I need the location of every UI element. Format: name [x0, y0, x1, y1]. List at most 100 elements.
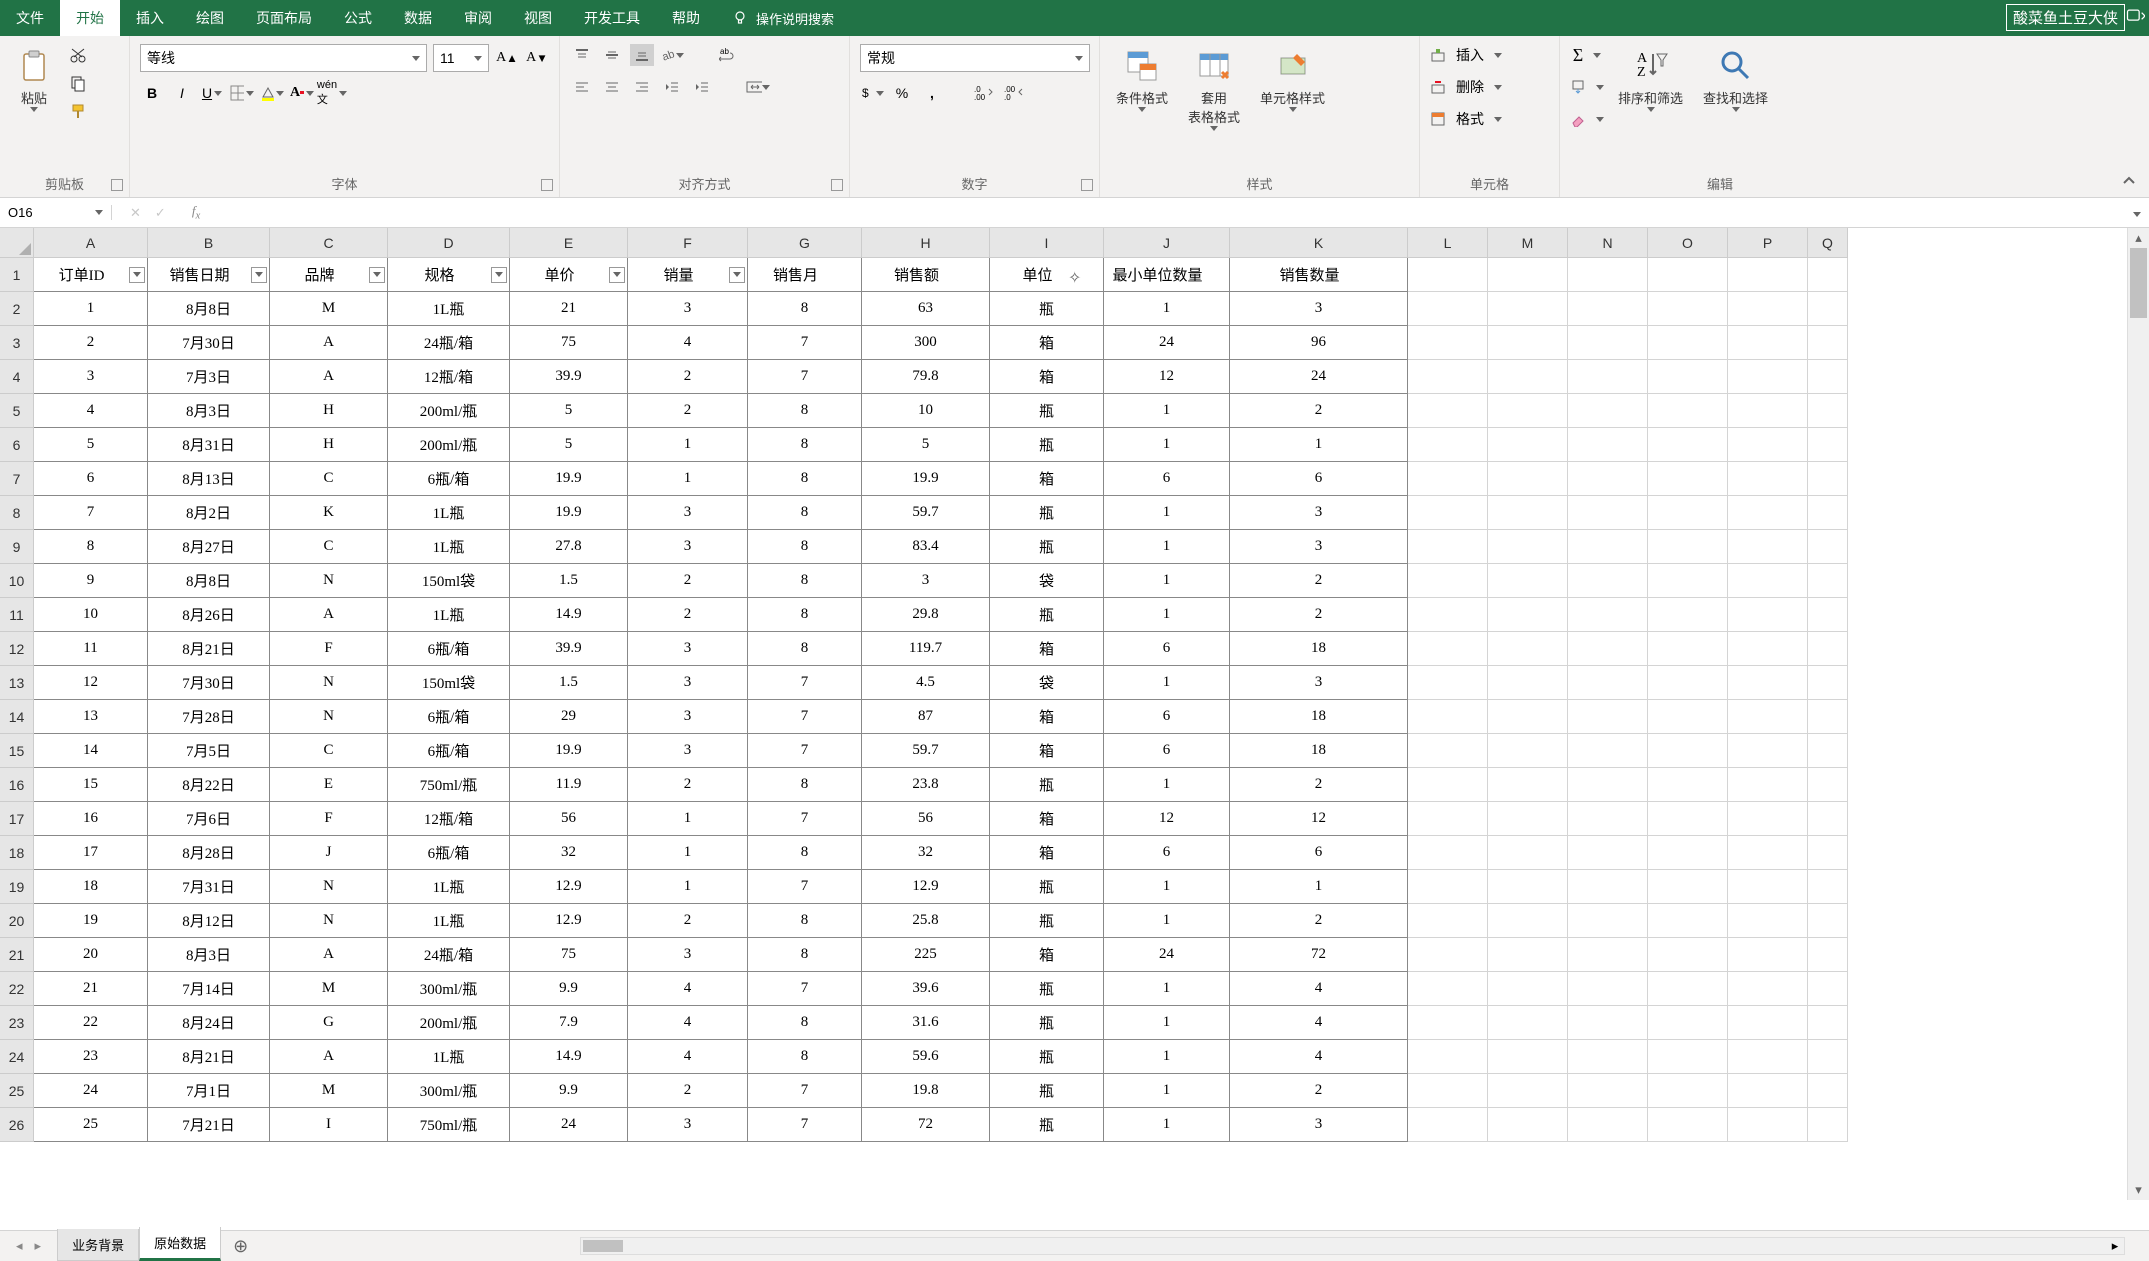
cell-D9[interactable]: 1L瓶 — [388, 530, 510, 564]
cell-I25[interactable]: 瓶 — [990, 1074, 1104, 1108]
cell-I24[interactable]: 瓶 — [990, 1040, 1104, 1074]
cell-J5[interactable]: 1 — [1104, 394, 1230, 428]
cell-J4[interactable]: 12 — [1104, 360, 1230, 394]
cell-Q26[interactable] — [1808, 1108, 1848, 1142]
cell-N1[interactable] — [1568, 258, 1648, 292]
cell-L25[interactable] — [1408, 1074, 1488, 1108]
cell-A19[interactable]: 18 — [34, 870, 148, 904]
cell-L15[interactable] — [1408, 734, 1488, 768]
cell-K5[interactable]: 2 — [1230, 394, 1408, 428]
cell-N24[interactable] — [1568, 1040, 1648, 1074]
format-cells-button[interactable]: 格式 — [1430, 108, 1502, 130]
cell-F8[interactable]: 3 — [628, 496, 748, 530]
cell-N2[interactable] — [1568, 292, 1648, 326]
cell-E20[interactable]: 12.9 — [510, 904, 628, 938]
filter-button[interactable] — [251, 267, 267, 283]
cell-L11[interactable] — [1408, 598, 1488, 632]
cell-P6[interactable] — [1728, 428, 1808, 462]
cell-J11[interactable]: 1 — [1104, 598, 1230, 632]
cell-B18[interactable]: 8月28日 — [148, 836, 270, 870]
cell-A9[interactable]: 8 — [34, 530, 148, 564]
ribbon-tab-2[interactable]: 插入 — [120, 0, 180, 36]
cell-M20[interactable] — [1488, 904, 1568, 938]
cell-I10[interactable]: 袋 — [990, 564, 1104, 598]
font-color-button[interactable]: A — [290, 82, 314, 104]
cell-O23[interactable] — [1648, 1006, 1728, 1040]
row-header-7[interactable]: 7 — [0, 462, 34, 496]
cell-A5[interactable]: 4 — [34, 394, 148, 428]
cell-D25[interactable]: 300ml/瓶 — [388, 1074, 510, 1108]
increase-font-button[interactable]: A▲ — [495, 47, 519, 69]
align-top-button[interactable] — [570, 44, 594, 66]
cell-J23[interactable]: 1 — [1104, 1006, 1230, 1040]
cell-G9[interactable]: 8 — [748, 530, 862, 564]
column-header-L[interactable]: L — [1408, 228, 1488, 258]
cell-O4[interactable] — [1648, 360, 1728, 394]
ribbon-tab-10[interactable]: 帮助 — [656, 0, 716, 36]
cell-A14[interactable]: 13 — [34, 700, 148, 734]
format-as-table-button[interactable]: 套用 表格格式 — [1182, 44, 1246, 135]
cell-B7[interactable]: 8月13日 — [148, 462, 270, 496]
cell-G13[interactable]: 7 — [748, 666, 862, 700]
column-header-C[interactable]: C — [270, 228, 388, 258]
cell-I7[interactable]: 箱 — [990, 462, 1104, 496]
cell-L6[interactable] — [1408, 428, 1488, 462]
cell-D10[interactable]: 150ml袋 — [388, 564, 510, 598]
scroll-right-button[interactable]: ▸ — [2106, 1238, 2124, 1254]
cell-N9[interactable] — [1568, 530, 1648, 564]
cell-K21[interactable]: 72 — [1230, 938, 1408, 972]
cell-C24[interactable]: A — [270, 1040, 388, 1074]
cell-H15[interactable]: 59.7 — [862, 734, 990, 768]
cell-P1[interactable] — [1728, 258, 1808, 292]
cell-C13[interactable]: N — [270, 666, 388, 700]
cell-O19[interactable] — [1648, 870, 1728, 904]
row-header-13[interactable]: 13 — [0, 666, 34, 700]
ribbon-tab-8[interactable]: 视图 — [508, 0, 568, 36]
cell-N16[interactable] — [1568, 768, 1648, 802]
cell-P19[interactable] — [1728, 870, 1808, 904]
cell-A12[interactable]: 11 — [34, 632, 148, 666]
cell-B12[interactable]: 8月21日 — [148, 632, 270, 666]
align-left-button[interactable] — [570, 76, 594, 98]
cell-D5[interactable]: 200ml/瓶 — [388, 394, 510, 428]
cell-H7[interactable]: 19.9 — [862, 462, 990, 496]
filter-button[interactable] — [609, 267, 625, 283]
cell-E11[interactable]: 14.9 — [510, 598, 628, 632]
cell-O6[interactable] — [1648, 428, 1728, 462]
accounting-format-button[interactable]: $ — [860, 82, 884, 104]
cell-L5[interactable] — [1408, 394, 1488, 428]
cell-B21[interactable]: 8月3日 — [148, 938, 270, 972]
cell-B5[interactable]: 8月3日 — [148, 394, 270, 428]
cell-F15[interactable]: 3 — [628, 734, 748, 768]
cell-B20[interactable]: 8月12日 — [148, 904, 270, 938]
format-painter-button[interactable] — [66, 100, 90, 122]
cell-A21[interactable]: 20 — [34, 938, 148, 972]
cell-O15[interactable] — [1648, 734, 1728, 768]
cell-E7[interactable]: 19.9 — [510, 462, 628, 496]
fill-button[interactable] — [1570, 76, 1604, 98]
sort-filter-button[interactable]: AZ排序和筛选 — [1612, 44, 1689, 116]
row-header-17[interactable]: 17 — [0, 802, 34, 836]
cell-O22[interactable] — [1648, 972, 1728, 1006]
cell-P23[interactable] — [1728, 1006, 1808, 1040]
cell-M24[interactable] — [1488, 1040, 1568, 1074]
cell-H1[interactable]: 销售额 — [862, 258, 990, 292]
cell-J22[interactable]: 1 — [1104, 972, 1230, 1006]
cell-J19[interactable]: 1 — [1104, 870, 1230, 904]
cell-E18[interactable]: 32 — [510, 836, 628, 870]
cell-M21[interactable] — [1488, 938, 1568, 972]
cell-M17[interactable] — [1488, 802, 1568, 836]
user-name-box[interactable]: 酸菜鱼土豆大侠 — [2006, 4, 2125, 31]
cell-H3[interactable]: 300 — [862, 326, 990, 360]
cell-C22[interactable]: M — [270, 972, 388, 1006]
cell-M16[interactable] — [1488, 768, 1568, 802]
cell-H4[interactable]: 79.8 — [862, 360, 990, 394]
cell-P12[interactable] — [1728, 632, 1808, 666]
cell-P16[interactable] — [1728, 768, 1808, 802]
cell-G19[interactable]: 7 — [748, 870, 862, 904]
row-header-4[interactable]: 4 — [0, 360, 34, 394]
cell-C16[interactable]: E — [270, 768, 388, 802]
cell-A16[interactable]: 15 — [34, 768, 148, 802]
row-header-26[interactable]: 26 — [0, 1108, 34, 1142]
conditional-format-button[interactable]: 条件格式 — [1110, 44, 1174, 116]
